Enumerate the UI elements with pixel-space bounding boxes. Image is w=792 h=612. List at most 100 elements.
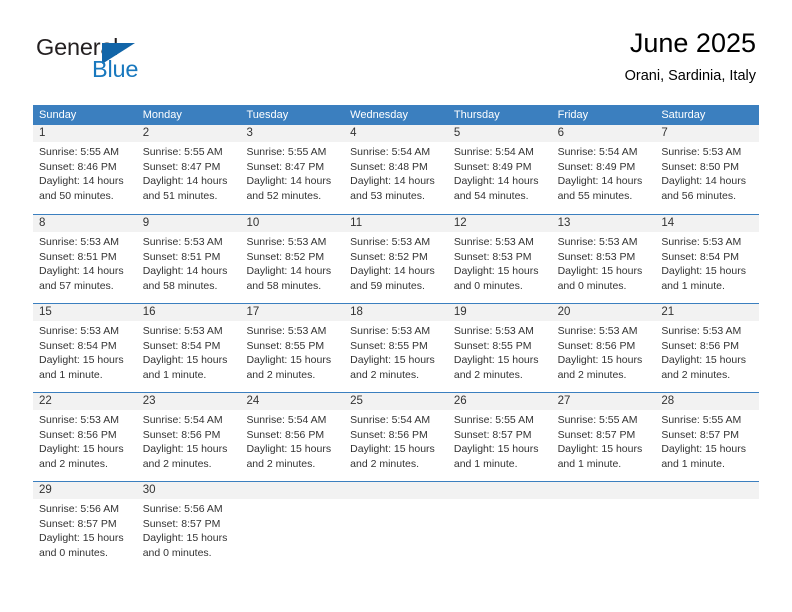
sunset-text: Sunset: 8:51 PM — [142, 250, 221, 263]
day-cell[interactable]: 15 Sunrise: 5:53 AM Sunset: 8:54 PM Dayl… — [33, 304, 137, 392]
day-cell[interactable]: 4 Sunrise: 5:54 AM Sunset: 8:48 PM Dayli… — [344, 125, 448, 214]
day-info: Sunrise: 5:53 AM Sunset: 8:56 PM Dayligh… — [661, 324, 756, 382]
daylight-text-line2: and 0 minutes. — [453, 279, 523, 292]
sunrise-text: Sunrise: 5:53 AM — [39, 236, 119, 248]
daylight-text-line1: Daylight: 14 hours — [557, 175, 643, 187]
day-number — [558, 482, 653, 499]
day-number: 3 — [246, 127, 253, 139]
day-number: 10 — [246, 217, 260, 229]
day-number: 29 — [39, 484, 52, 496]
sunset-text: Sunset: 8:57 PM — [453, 428, 532, 441]
day-cell[interactable]: 8 Sunrise: 5:53 AM Sunset: 8:51 PM Dayli… — [33, 215, 137, 303]
day-cell[interactable]: 25 Sunrise: 5:54 AM Sunset: 8:56 PM Dayl… — [344, 393, 448, 481]
sunset-text: Sunset: 8:48 PM — [350, 160, 428, 173]
daylight-text-line2: and 2 minutes. — [39, 457, 108, 470]
day-cell[interactable]: 27 Sunrise: 5:55 AM Sunset: 8:57 PM Dayl… — [552, 393, 656, 481]
day-info: Sunrise: 5:54 AM Sunset: 8:48 PM Dayligh… — [350, 145, 445, 203]
day-number: 11 — [350, 217, 363, 229]
day-cell[interactable]: 13 Sunrise: 5:53 AM Sunset: 8:53 PM Dayl… — [552, 215, 656, 303]
daylight-text-line1: Daylight: 15 hours — [557, 265, 643, 277]
sunset-text: Sunset: 8:55 PM — [453, 339, 532, 352]
day-number: 4 — [350, 127, 357, 139]
daylight-text-line1: Daylight: 14 hours — [661, 175, 746, 187]
sunset-text: Sunset: 8:52 PM — [350, 250, 428, 263]
day-cell[interactable]: 21 Sunrise: 5:53 AM Sunset: 8:56 PM Dayl… — [655, 304, 759, 392]
day-info: Sunrise: 5:55 AM Sunset: 8:47 PM Dayligh… — [246, 145, 341, 203]
daylight-text-line1: Daylight: 14 hours — [453, 175, 539, 187]
sunset-text: Sunset: 8:56 PM — [661, 339, 739, 352]
page-title: June 2025 — [629, 28, 756, 58]
day-cell[interactable]: 3 Sunrise: 5:55 AM Sunset: 8:47 PM Dayli… — [240, 125, 344, 214]
sunset-text: Sunset: 8:56 PM — [350, 428, 428, 441]
daylight-text-line2: and 1 minute. — [453, 457, 518, 470]
day-cell[interactable]: 7 Sunrise: 5:53 AM Sunset: 8:50 PM Dayli… — [655, 125, 759, 214]
sunrise-text: Sunrise: 5:56 AM — [39, 503, 119, 515]
day-info: Sunrise: 5:53 AM Sunset: 8:52 PM Dayligh… — [350, 235, 445, 293]
sunrise-text: Sunrise: 5:53 AM — [661, 146, 742, 158]
day-cell[interactable]: 1 Sunrise: 5:55 AM Sunset: 8:46 PM Dayli… — [33, 125, 137, 214]
sunset-text: Sunset: 8:53 PM — [453, 250, 532, 263]
daylight-text-line2: and 58 minutes. — [246, 279, 322, 292]
day-info: Sunrise: 5:55 AM Sunset: 8:47 PM Dayligh… — [143, 145, 238, 203]
daylight-text-line2: and 1 minute. — [661, 457, 725, 470]
day-cell[interactable]: 2 Sunrise: 5:55 AM Sunset: 8:47 PM Dayli… — [137, 125, 241, 214]
daylight-text-line2: and 51 minutes. — [142, 189, 218, 202]
day-cell-empty — [448, 482, 552, 570]
day-cell[interactable]: 29 Sunrise: 5:56 AM Sunset: 8:57 PM Dayl… — [33, 482, 137, 570]
week-row: 8 Sunrise: 5:53 AM Sunset: 8:51 PM Dayli… — [33, 214, 759, 303]
sunset-text: Sunset: 8:56 PM — [39, 428, 117, 441]
day-cell[interactable]: 22 Sunrise: 5:53 AM Sunset: 8:56 PM Dayl… — [33, 393, 137, 481]
day-cell[interactable]: 5 Sunrise: 5:54 AM Sunset: 8:49 PM Dayli… — [448, 125, 552, 214]
day-cell[interactable]: 28 Sunrise: 5:55 AM Sunset: 8:57 PM Dayl… — [655, 393, 759, 481]
day-info: Sunrise: 5:55 AM Sunset: 8:57 PM Dayligh… — [558, 413, 653, 471]
daylight-text-line1: Daylight: 15 hours — [661, 443, 746, 455]
sunrise-text: Sunrise: 5:53 AM — [350, 236, 431, 248]
daylight-text-line1: Daylight: 14 hours — [350, 175, 435, 187]
day-info: Sunrise: 5:54 AM Sunset: 8:56 PM Dayligh… — [143, 413, 238, 471]
week-row: 1 Sunrise: 5:55 AM Sunset: 8:46 PM Dayli… — [33, 125, 759, 214]
day-cell[interactable]: 30 Sunrise: 5:56 AM Sunset: 8:57 PM Dayl… — [137, 482, 241, 570]
sunrise-text: Sunrise: 5:53 AM — [661, 236, 742, 248]
day-info: Sunrise: 5:55 AM Sunset: 8:57 PM Dayligh… — [661, 413, 756, 471]
sunrise-text: Sunrise: 5:53 AM — [142, 325, 223, 337]
weekday-header-sunday: Sunday — [39, 109, 77, 121]
sunrise-text: Sunrise: 5:56 AM — [142, 503, 223, 515]
day-cell-empty — [240, 482, 344, 570]
page-subtitle: Orani, Sardinia, Italy — [624, 68, 756, 84]
sunset-text: Sunset: 8:56 PM — [557, 339, 636, 352]
day-cell[interactable]: 9 Sunrise: 5:53 AM Sunset: 8:51 PM Dayli… — [137, 215, 241, 303]
daylight-text-line1: Daylight: 15 hours — [142, 443, 228, 455]
sunset-text: Sunset: 8:57 PM — [39, 517, 117, 530]
day-cell[interactable]: 14 Sunrise: 5:53 AM Sunset: 8:54 PM Dayl… — [655, 215, 759, 303]
day-cell[interactable]: 26 Sunrise: 5:55 AM Sunset: 8:57 PM Dayl… — [448, 393, 552, 481]
day-number: 26 — [453, 395, 467, 407]
sunrise-text: Sunrise: 5:53 AM — [246, 325, 327, 337]
sunrise-text: Sunrise: 5:55 AM — [39, 146, 119, 158]
day-number: 8 — [39, 217, 46, 229]
day-cell[interactable]: 10 Sunrise: 5:53 AM Sunset: 8:52 PM Dayl… — [240, 215, 344, 303]
day-cell[interactable]: 23 Sunrise: 5:54 AM Sunset: 8:56 PM Dayl… — [137, 393, 241, 481]
sunset-text: Sunset: 8:49 PM — [453, 160, 532, 173]
day-cell[interactable]: 19 Sunrise: 5:53 AM Sunset: 8:55 PM Dayl… — [448, 304, 552, 392]
day-cell[interactable]: 6 Sunrise: 5:54 AM Sunset: 8:49 PM Dayli… — [552, 125, 656, 214]
day-number: 12 — [453, 217, 467, 229]
daylight-text-line2: and 2 minutes. — [246, 368, 316, 381]
day-cell[interactable]: 16 Sunrise: 5:53 AM Sunset: 8:54 PM Dayl… — [137, 304, 241, 392]
day-cell[interactable]: 20 Sunrise: 5:53 AM Sunset: 8:56 PM Dayl… — [552, 304, 656, 392]
day-cell[interactable]: 24 Sunrise: 5:54 AM Sunset: 8:56 PM Dayl… — [240, 393, 344, 481]
day-info: Sunrise: 5:53 AM Sunset: 8:52 PM Dayligh… — [246, 235, 341, 293]
day-info: Sunrise: 5:53 AM Sunset: 8:54 PM Dayligh… — [661, 235, 756, 293]
daylight-text-line1: Daylight: 15 hours — [557, 443, 643, 455]
weekday-header-monday: Monday — [142, 109, 182, 121]
day-number: 24 — [246, 395, 260, 407]
day-cell[interactable]: 11 Sunrise: 5:53 AM Sunset: 8:52 PM Dayl… — [344, 215, 448, 303]
day-info: Sunrise: 5:53 AM Sunset: 8:50 PM Dayligh… — [661, 145, 756, 203]
daylight-text-line1: Daylight: 14 hours — [350, 265, 435, 277]
page-header: General Blue June 2025 Orani, Sardinia, … — [0, 0, 792, 100]
day-cell[interactable]: 18 Sunrise: 5:53 AM Sunset: 8:55 PM Dayl… — [344, 304, 448, 392]
daylight-text-line1: Daylight: 15 hours — [142, 532, 228, 544]
daylight-text-line2: and 0 minutes. — [142, 546, 212, 559]
day-number: 17 — [246, 306, 260, 318]
day-cell[interactable]: 12 Sunrise: 5:53 AM Sunset: 8:53 PM Dayl… — [448, 215, 552, 303]
day-cell[interactable]: 17 Sunrise: 5:53 AM Sunset: 8:55 PM Dayl… — [240, 304, 344, 392]
